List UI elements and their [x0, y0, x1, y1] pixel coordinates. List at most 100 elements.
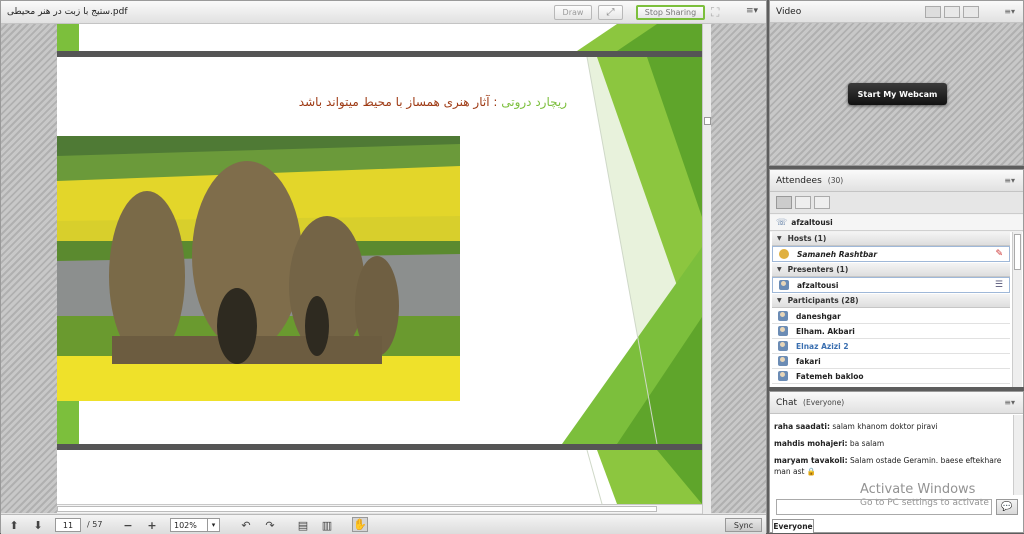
zoom-in-icon[interactable]: + — [145, 518, 159, 532]
h-scroll-thumb[interactable] — [57, 506, 657, 512]
vertical-scrollbar[interactable] — [702, 24, 711, 514]
presenter-name: afzaltousi — [797, 280, 839, 290]
pointer-icon: ⤢ — [606, 7, 615, 18]
stop-sharing-button[interactable]: Stop Sharing — [636, 5, 705, 20]
participant-row[interactable]: Fatemeh bakloo — [772, 369, 1010, 384]
breakout-view-icon[interactable] — [814, 196, 830, 209]
list-view-icon[interactable] — [776, 196, 792, 209]
chat-pod-header: Chat (Everyone) ≡▾ — [770, 392, 1023, 414]
slide-title: ریچارد دروتی : آثار هنری همساز با محیط م… — [247, 95, 567, 109]
fullscreen-icon[interactable]: ⛶ — [711, 5, 719, 20]
start-webcam-label: Start My Webcam — [857, 89, 938, 99]
participant-row[interactable]: daneshgar — [772, 309, 1010, 324]
draw-button-label: Draw — [562, 8, 584, 17]
collapse-icon: ▼ — [777, 297, 782, 304]
participant-row[interactable]: Elham. Akbari — [772, 324, 1010, 339]
hosts-header-label: Hosts (1) — [787, 234, 827, 243]
attendees-pod: Attendees (30) ≡▾ ☏ afzaltousi ▼ Hosts (1… — [769, 169, 1024, 387]
presenters-header-label: Presenters (1) — [787, 265, 849, 274]
next-slide-head — [57, 450, 702, 504]
participant-row[interactable]: Elnaz Azizi 2 — [772, 339, 1010, 354]
attendee-list: ▼ Hosts (1) Samaneh Rashtbar ✎ ▼ Presenter… — [770, 232, 1023, 387]
filmstrip-view-icon[interactable] — [944, 6, 960, 18]
participants-section-header[interactable]: ▼ Participants (28) — [772, 294, 1010, 308]
rotate-right-icon[interactable]: ↷ — [263, 518, 277, 532]
participant-name: Elham. Akbari — [796, 326, 855, 336]
rotate-left-icon[interactable]: ↶ — [239, 518, 253, 532]
presenter-row[interactable]: afzaltousi ☰ — [772, 277, 1010, 293]
slide-title-name: ریچارد دروتی — [501, 95, 567, 109]
attendees-toolbar — [770, 192, 1023, 214]
chat-tab-label: Everyone — [773, 522, 813, 531]
grid-view-icon[interactable] — [925, 6, 941, 18]
host-icon — [779, 249, 789, 259]
share-pod: ستیج با زبت در هنر محیطی.pdf Draw ⤢ Stop… — [0, 0, 767, 534]
my-status-row: ☏ afzaltousi — [770, 215, 1023, 231]
attendee-scroll-thumb[interactable] — [1014, 234, 1021, 270]
participant-row[interactable]: fakari — [772, 354, 1010, 369]
fullscreen-view-icon[interactable] — [963, 6, 979, 18]
draw-button[interactable]: Draw — [554, 5, 592, 20]
prev-slide-tail — [57, 24, 702, 51]
sync-button[interactable]: Sync — [725, 518, 762, 532]
pod-menu-icon[interactable]: ≡▾ — [746, 6, 758, 16]
pointer-button[interactable]: ⤢ — [598, 5, 623, 20]
video-pod-header: Video ≡▾ — [770, 1, 1023, 23]
lock-icon: 🔒 — [806, 467, 817, 476]
participant-icon — [778, 311, 788, 321]
fit-width-icon[interactable]: ▤ — [296, 518, 310, 532]
chat-text: ba salam — [849, 439, 885, 448]
scroll-thumb[interactable] — [704, 117, 711, 125]
share-pod-header: ستیج با زبت در هنر محیطی.pdf Draw ⤢ Stop… — [1, 1, 766, 24]
attendees-count: (30) — [827, 176, 844, 185]
chat-message: mahdis mohajeri: ba salam — [774, 438, 1009, 449]
host-row[interactable]: Samaneh Rashtbar ✎ — [772, 246, 1010, 262]
collapse-icon: ▼ — [777, 266, 782, 273]
page-number-input[interactable]: 11 — [55, 518, 81, 532]
participant-icon — [778, 356, 788, 366]
participant-name: daneshgar — [796, 311, 841, 321]
chat-text: salam khanom doktor piravi — [832, 422, 938, 431]
page-total: / 57 — [87, 520, 103, 529]
mic-muted-icon[interactable]: ✎ — [995, 249, 1003, 259]
stop-sharing-label: Stop Sharing — [644, 8, 697, 17]
slide-photo — [57, 136, 460, 401]
hand-tool-icon[interactable]: ✋ — [352, 517, 368, 532]
hosts-section-header[interactable]: ▼ Hosts (1) — [772, 232, 1010, 246]
my-name: afzaltousi — [791, 218, 833, 227]
fit-page-icon[interactable]: ▥ — [320, 518, 334, 532]
page-up-icon[interactable]: ⬆ — [7, 518, 21, 532]
attendee-scrollbar[interactable] — [1012, 232, 1022, 387]
chat-user: mahdis mohajeri: — [774, 439, 848, 448]
share-bottom-toolbar: ⬆ ⬇ 11 / 57 − + 102% ▾ ↶ ↷ ▤ ▥ ✋ Sync — [1, 514, 766, 534]
presenter-status-icon[interactable]: ☰ — [995, 280, 1003, 290]
attendees-pod-header: Attendees (30) ≡▾ — [770, 170, 1023, 192]
chat-user: maryam tavakoli: — [774, 456, 848, 465]
send-icon: 💬 — [1001, 502, 1013, 512]
status-view-icon[interactable] — [795, 196, 811, 209]
attendees-title: Attendees — [776, 175, 822, 186]
send-button[interactable]: 💬 — [996, 499, 1018, 515]
horizontal-scrollbar[interactable] — [57, 504, 702, 513]
current-slide: ریچارد دروتی : آثار هنری همساز با محیط م… — [57, 57, 702, 444]
host-name: Samaneh Rashtbar — [797, 249, 878, 259]
shared-filename: ستیج با زبت در هنر محیطی.pdf — [7, 7, 128, 17]
zoom-select[interactable]: 102% ▾ — [170, 518, 220, 532]
chat-tab-everyone[interactable]: Everyone — [772, 519, 814, 533]
video-pod: Video ≡▾ Start My Webcam — [769, 0, 1024, 166]
participants-header-label: Participants (28) — [787, 296, 859, 305]
sync-label: Sync — [733, 520, 754, 530]
zoom-out-icon[interactable]: − — [121, 518, 135, 532]
video-title: Video — [776, 6, 802, 17]
presenters-section-header[interactable]: ▼ Presenters (1) — [772, 263, 1010, 277]
start-webcam-button[interactable]: Start My Webcam — [848, 83, 947, 105]
chat-title: Chat — [776, 397, 798, 408]
chat-input[interactable] — [776, 499, 992, 515]
video-menu-icon[interactable]: ≡▾ — [1004, 7, 1015, 16]
slide-title-rest: : آثار هنری همساز با محیط میتواند باشد — [298, 95, 502, 109]
page-down-icon[interactable]: ⬇ — [31, 518, 45, 532]
attendees-menu-icon[interactable]: ≡▾ — [1004, 176, 1015, 185]
chat-menu-icon[interactable]: ≡▾ — [1004, 398, 1015, 407]
participant-icon — [778, 341, 788, 351]
chat-scope: (Everyone) — [803, 398, 845, 407]
